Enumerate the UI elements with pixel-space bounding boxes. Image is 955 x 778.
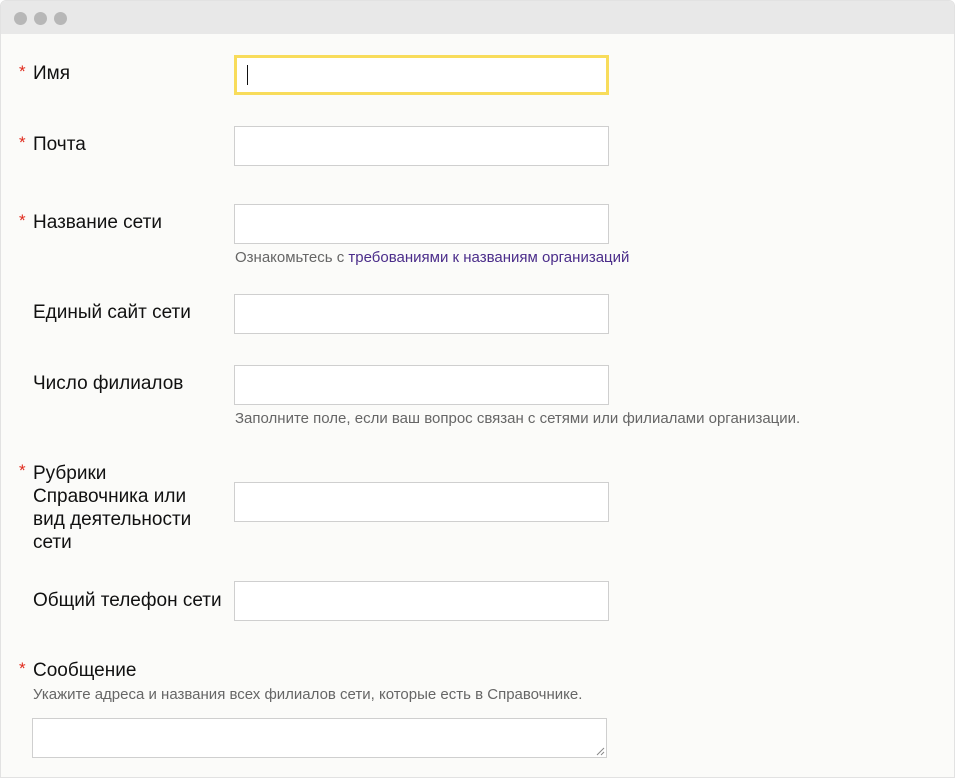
network-name-label: Название сети (33, 212, 162, 233)
required-mark-network-name: * (19, 211, 26, 230)
naming-requirements-link[interactable]: требованиями к названиям организаций (348, 249, 629, 266)
window-titlebar (1, 1, 954, 34)
required-mark-message: * (19, 659, 26, 678)
text-caret (247, 65, 248, 85)
rubrics-label-line: Справочника или (33, 486, 187, 507)
message-textarea[interactable] (32, 718, 607, 758)
rubrics-label: Рубрики Справочника или вид деятельности… (33, 462, 191, 554)
rubrics-label-line: вид деятельности (33, 509, 192, 530)
message-hint: Укажите адреса и названия всех филиалов … (33, 686, 583, 703)
network-name-hint: Ознакомьтесь с требованиями к названиям … (235, 249, 629, 267)
rubrics-input[interactable] (234, 482, 609, 522)
branches-label: Число филиалов (33, 373, 184, 394)
email-input[interactable] (234, 126, 609, 166)
browser-window: * Имя * Почта * Название сети Ознакомьте… (0, 0, 955, 778)
name-label: Имя (33, 63, 71, 84)
network-name-hint-text: Ознакомьтесь с (235, 249, 349, 266)
message-label: Сообщение (33, 660, 137, 681)
phone-input[interactable] (234, 581, 609, 621)
branches-hint: Заполните поле, если ваш вопрос связан с… (235, 410, 801, 427)
window-close-dot[interactable] (14, 12, 27, 25)
branches-input[interactable] (234, 365, 609, 405)
required-mark-email: * (19, 133, 26, 152)
network-name-input[interactable] (234, 204, 609, 244)
website-input[interactable] (234, 294, 609, 334)
name-input[interactable] (234, 55, 609, 95)
email-label: Почта (33, 134, 86, 155)
window-minimize-dot[interactable] (34, 12, 47, 25)
required-mark-name: * (19, 62, 26, 81)
phone-label: Общий телефон сети (33, 590, 222, 611)
window-zoom-dot[interactable] (54, 12, 67, 25)
rubrics-label-line: Рубрики (33, 463, 107, 484)
required-mark-rubrics: * (19, 461, 26, 480)
resize-grip-icon[interactable] (595, 746, 605, 756)
website-label: Единый сайт сети (33, 302, 191, 323)
rubrics-label-line: сети (33, 532, 72, 553)
